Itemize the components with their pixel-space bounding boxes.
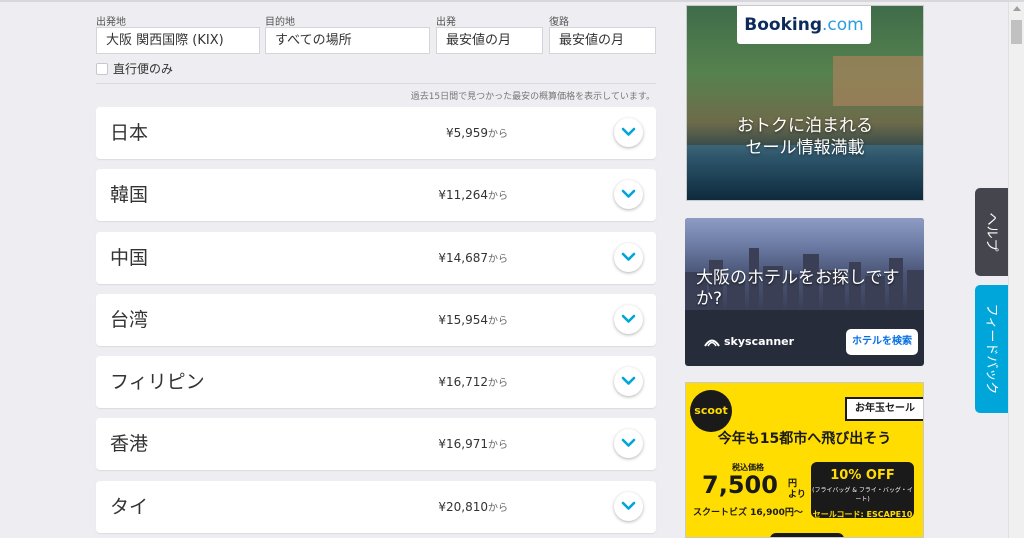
feedback-tab-label: フィードバック (983, 303, 999, 395)
price-from: ¥14,687から (438, 251, 508, 265)
country-name: 日本 (110, 122, 149, 144)
chevron-down-icon (621, 501, 636, 510)
price-from: ¥5,959から (446, 126, 508, 140)
skyscanner-hotel-ad[interactable]: 大阪のホテルをお探しですか? skyscanner ホテルを検索 (685, 218, 924, 366)
country-name: 中国 (110, 247, 149, 269)
price-from: ¥11,264から (438, 188, 508, 202)
expand-button[interactable] (614, 492, 643, 521)
top-border (0, 0, 1024, 2)
scoot-biz-price: スクートビズ 16,900円〜 (693, 508, 803, 518)
origin-field[interactable]: 大阪 関西国際 (KIX) (96, 27, 260, 54)
help-tab-label: ヘルプ (983, 212, 999, 252)
ad-canopy-graphic (833, 56, 923, 106)
result-row[interactable]: 韓国 ¥11,264から (96, 169, 656, 221)
scroll-thumb[interactable] (1011, 20, 1022, 44)
result-row[interactable]: タイ ¥20,810から (96, 481, 656, 533)
result-row[interactable]: フィリピン ¥16,712から (96, 356, 656, 408)
country-name: 香港 (110, 433, 149, 455)
expand-button[interactable] (614, 180, 643, 209)
expand-button[interactable] (614, 429, 643, 458)
chevron-down-icon (621, 127, 636, 136)
price-notice: 過去15日間で見つかった最安の概算価格を表示しています。 (410, 92, 655, 102)
country-name: フィリピン (110, 371, 205, 393)
scoot-yori: より (788, 490, 806, 500)
price-from: ¥16,712から (438, 375, 508, 389)
country-name: 台湾 (110, 309, 149, 331)
price-from: ¥15,954から (438, 313, 508, 327)
expand-button[interactable] (614, 305, 643, 334)
result-row[interactable]: 台湾 ¥15,954から (96, 294, 656, 346)
direct-only-option[interactable]: 直行便のみ (96, 60, 173, 77)
chevron-down-icon (621, 252, 636, 261)
booking-logo: Booking.com (737, 6, 871, 44)
expand-button[interactable] (614, 367, 643, 396)
return-date-field[interactable]: 最安値の月 (549, 27, 656, 54)
price-from: ¥20,810から (438, 500, 508, 514)
chevron-down-icon (621, 438, 636, 447)
expand-button[interactable] (614, 118, 643, 147)
booking-ad[interactable]: Booking.com おトクに泊まれる セール情報満載 (686, 5, 924, 201)
scroll-up-arrow-icon[interactable] (1013, 6, 1021, 11)
return-label: 復路 (549, 17, 569, 28)
direct-only-checkbox[interactable] (96, 62, 108, 75)
scoot-sale-tag: お年玉セール (845, 397, 923, 421)
hotel-ad-headline: 大阪のホテルをお探しですか? (696, 268, 900, 309)
destination-field[interactable]: すべての場所 (265, 27, 430, 54)
depart-date-field[interactable]: 最安値の月 (436, 27, 543, 54)
expand-button[interactable] (614, 243, 643, 272)
help-tab[interactable]: ヘルプ (975, 188, 1011, 276)
divider (96, 83, 656, 84)
search-hotels-button[interactable]: ホテルを検索 (846, 329, 918, 355)
result-row[interactable]: 中国 ¥14,687から (96, 232, 656, 284)
direct-only-label: 直行便のみ (113, 62, 174, 76)
destination-label: 目的地 (265, 17, 295, 28)
scoot-discount: 10% OFF (830, 468, 895, 483)
scoot-logo: scoot (690, 390, 732, 432)
chevron-down-icon (621, 189, 636, 198)
result-row[interactable]: 日本 ¥5,959から (96, 107, 656, 159)
scoot-cta-button[interactable] (770, 533, 844, 537)
vertical-scrollbar[interactable] (1008, 2, 1024, 538)
chevron-down-icon (621, 376, 636, 385)
chevron-down-icon (621, 314, 636, 323)
feedback-tab[interactable]: フィードバック (975, 285, 1011, 413)
result-row[interactable]: 香港 ¥16,971から (96, 418, 656, 470)
scoot-price: 7,500 (702, 471, 778, 499)
booking-ad-line2: セール情報満載 (745, 138, 865, 158)
country-name: 韓国 (110, 184, 149, 206)
scoot-ad[interactable]: scoot お年玉セール 今年も15都市へ飛び出そう 税込価格 7,500 円 … (685, 382, 924, 538)
skyscanner-icon (704, 339, 720, 347)
booking-ad-line1: おトクに泊まれる (737, 116, 873, 136)
origin-label: 出発地 (96, 17, 126, 28)
scoot-headline: 今年も15都市へ飛び出そう (717, 431, 892, 447)
depart-label: 出発 (436, 17, 456, 28)
scoot-discount-box: 10% OFF (フライバッグ & フライ・バッグ・イート) セールコード: E… (811, 462, 914, 519)
scoot-sale-code: セールコード: ESCAPE10 (812, 510, 913, 519)
scoot-discount-note: (フライバッグ & フライ・バッグ・イート) (812, 487, 913, 503)
country-name: タイ (110, 496, 149, 518)
skyscanner-logo: skyscanner (704, 335, 794, 348)
price-from: ¥16,971から (438, 437, 508, 451)
